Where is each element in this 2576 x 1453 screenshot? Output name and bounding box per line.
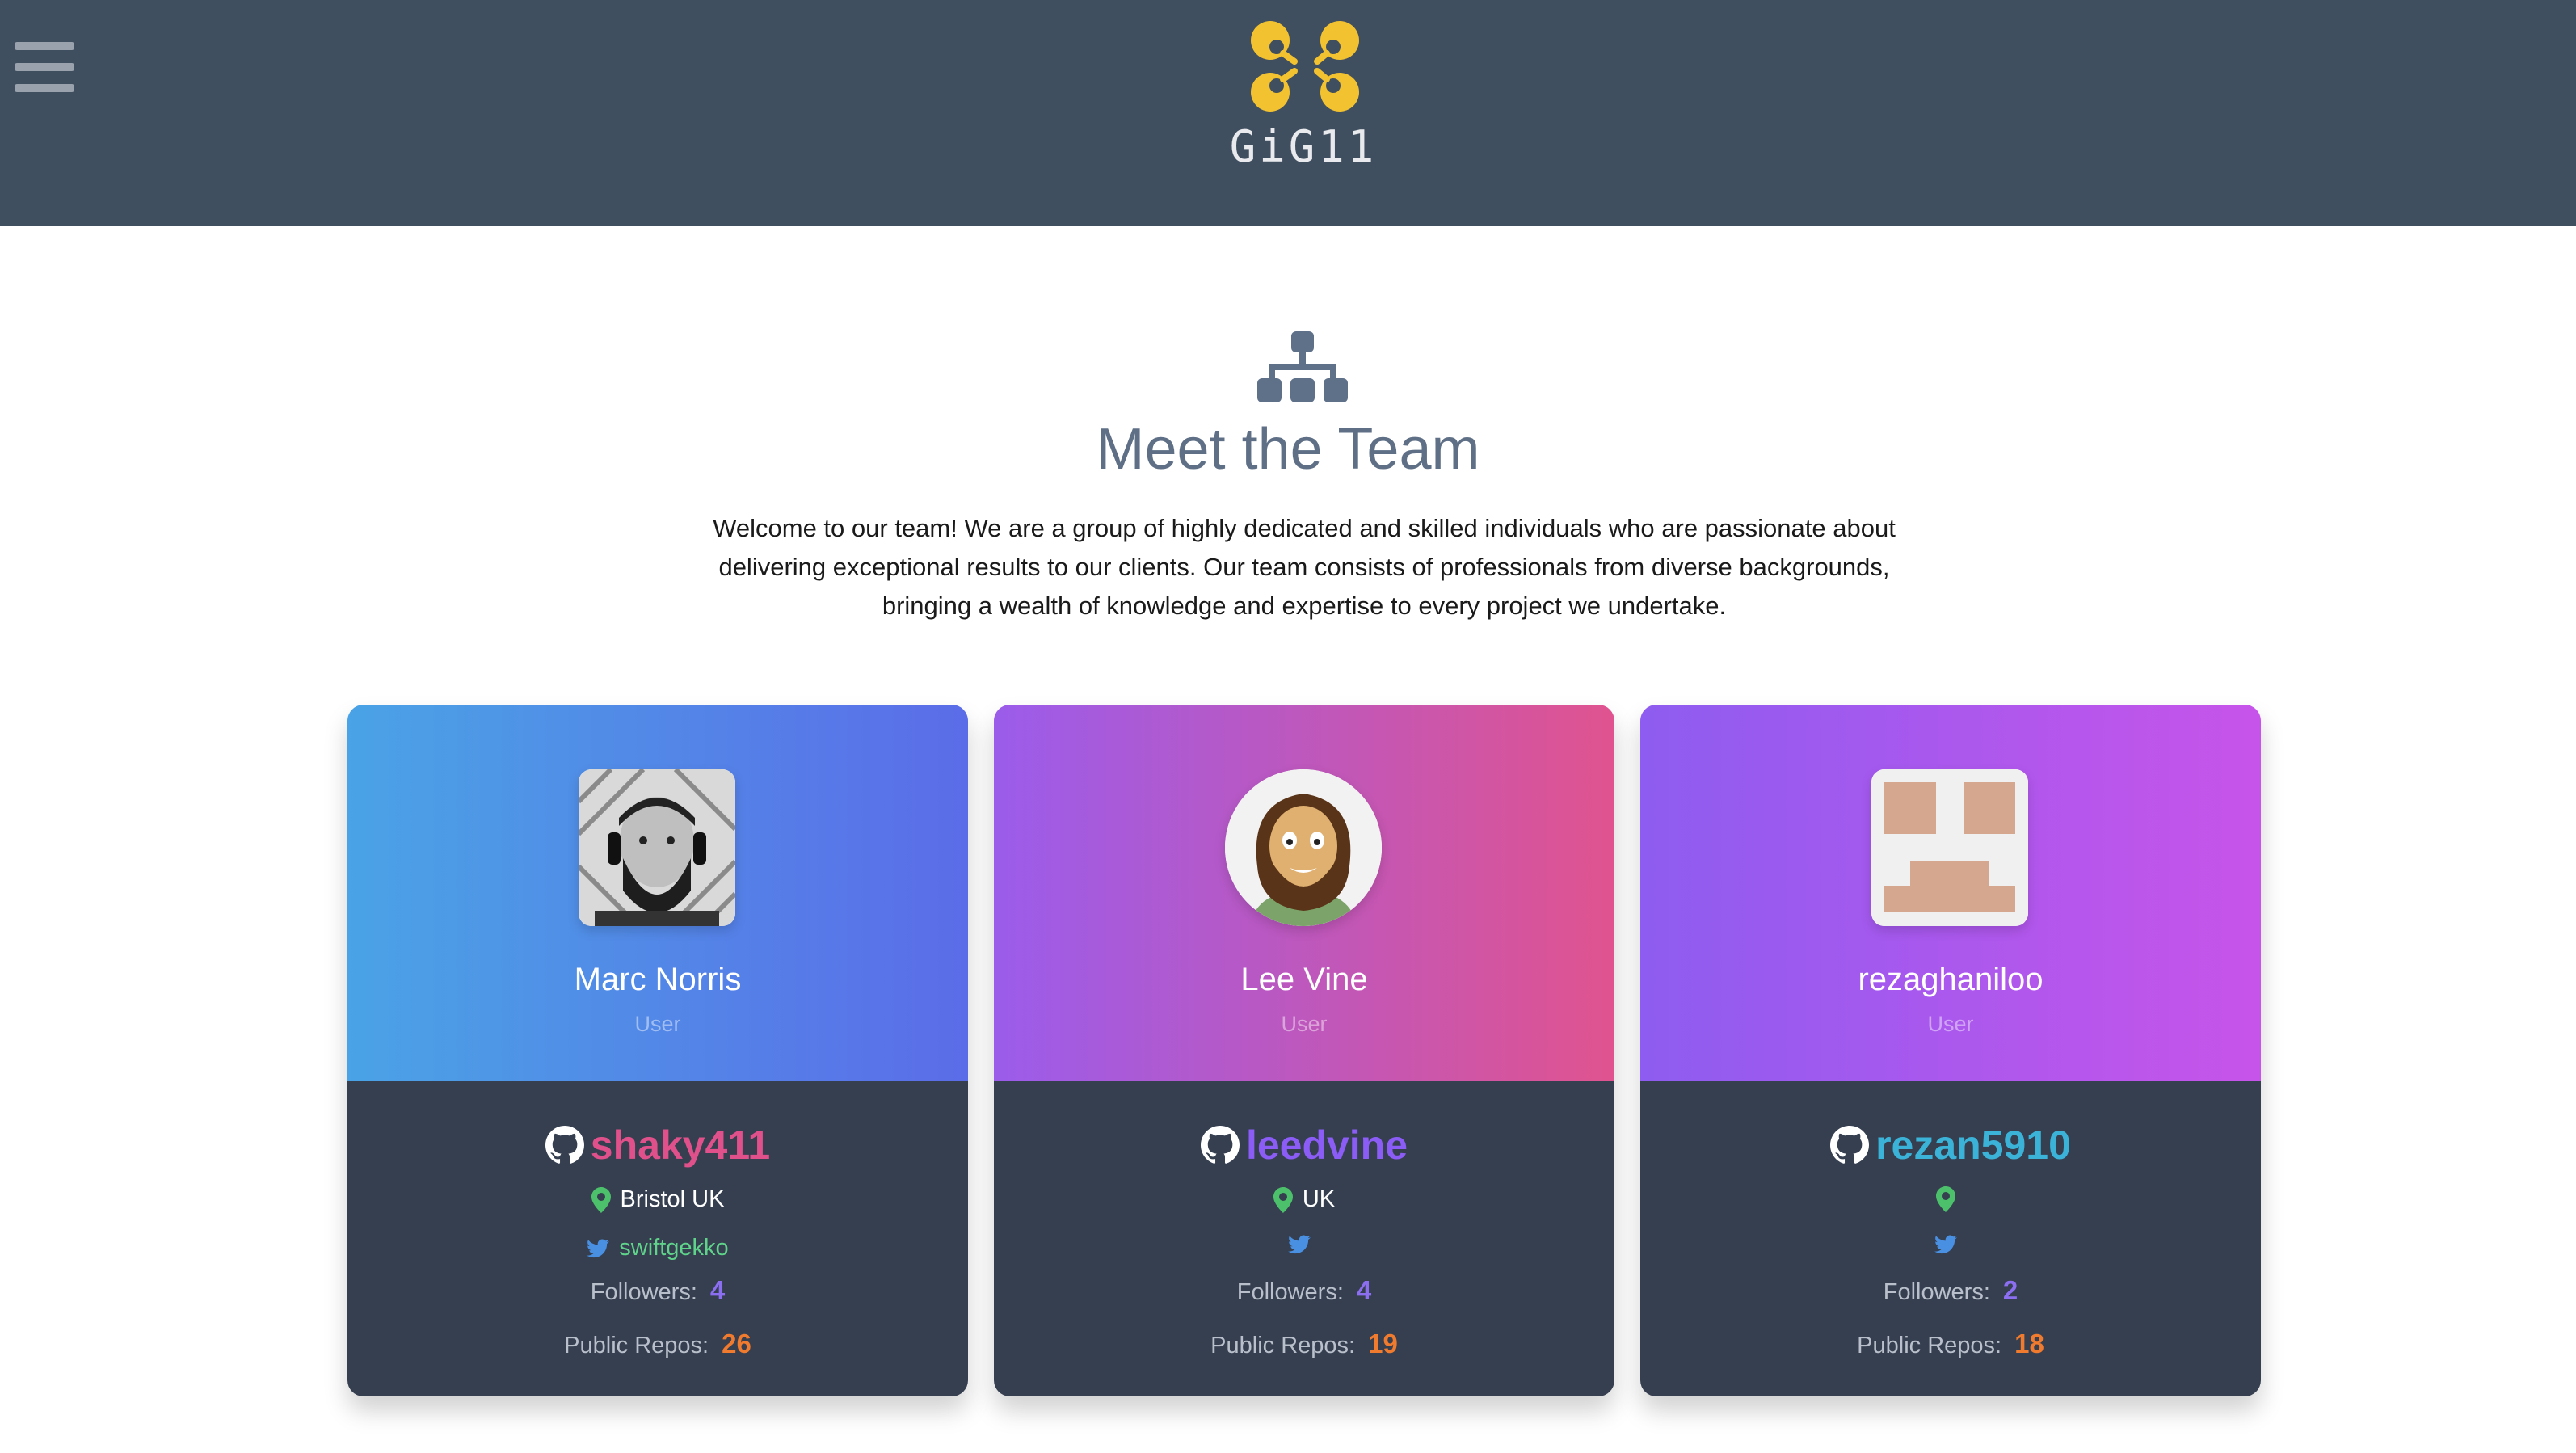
brand-name: GiG11 xyxy=(1229,121,1378,172)
gig11-logo-icon[interactable] xyxy=(1244,15,1367,116)
avatar xyxy=(1871,769,2028,926)
hamburger-menu-icon[interactable] xyxy=(15,40,76,94)
repos-label: Public Repos: xyxy=(1210,1333,1356,1358)
sitemap-icon xyxy=(1257,331,1348,402)
twitter-row[interactable] xyxy=(1640,1235,2261,1254)
team-member-card: Marc Norris User shaky411 Bristol UK swi… xyxy=(347,705,968,1396)
repos-label: Public Repos: xyxy=(564,1333,709,1358)
twitter-row[interactable]: swiftgekko xyxy=(347,1235,968,1261)
repos-count: 18 xyxy=(2014,1329,2044,1358)
avatar xyxy=(579,769,735,926)
map-pin-icon xyxy=(1273,1186,1293,1213)
member-role: User xyxy=(1927,1012,1974,1036)
team-member-card: rezaghaniloo User rezan5910 Followers: 2… xyxy=(1640,705,2261,1396)
location-row: UK xyxy=(994,1186,1614,1213)
member-name: rezaghaniloo xyxy=(1858,962,2044,997)
location-row: Bristol UK xyxy=(347,1186,968,1213)
repos-row: Public Repos: 19 xyxy=(994,1329,1614,1359)
repos-label: Public Repos: xyxy=(1857,1333,2002,1358)
location-text: Bristol UK xyxy=(620,1186,725,1212)
repos-count: 19 xyxy=(1368,1329,1398,1358)
card-details: shaky411 Bristol UK swiftgekko Followers… xyxy=(347,1081,968,1396)
avatar xyxy=(1225,769,1382,926)
location-text: UK xyxy=(1302,1186,1336,1212)
followers-label: Followers: xyxy=(590,1279,697,1305)
member-name: Lee Vine xyxy=(1240,962,1368,997)
followers-count: 4 xyxy=(1356,1275,1372,1305)
github-link[interactable]: shaky411 xyxy=(347,1122,968,1169)
github-username[interactable]: rezan5910 xyxy=(1875,1122,2071,1169)
followers-label: Followers: xyxy=(1236,1279,1344,1305)
twitter-icon xyxy=(1288,1235,1311,1254)
repos-row: Public Repos: 18 xyxy=(1640,1329,2261,1359)
twitter-row[interactable] xyxy=(994,1235,1614,1254)
followers-row: Followers: 4 xyxy=(994,1275,1614,1306)
member-role: User xyxy=(634,1012,681,1036)
followers-row: Followers: 4 xyxy=(347,1275,968,1306)
map-pin-icon xyxy=(591,1186,611,1213)
hamburger-bar xyxy=(15,63,74,71)
hamburger-bar xyxy=(15,42,74,50)
map-pin-icon xyxy=(1936,1186,1955,1212)
card-details: rezan5910 Followers: 2 Public Repos: 18 xyxy=(1640,1081,2261,1396)
member-name: Marc Norris xyxy=(574,962,742,997)
github-link[interactable]: leedvine xyxy=(994,1122,1614,1169)
member-role: User xyxy=(1281,1012,1328,1036)
followers-row: Followers: 2 xyxy=(1640,1275,2261,1306)
github-icon xyxy=(545,1126,584,1164)
repos-count: 26 xyxy=(722,1329,751,1358)
intro-line: Welcome to our team! We are a group of h… xyxy=(713,514,1896,542)
team-member-card: Lee Vine User leedvine UK Followers: 4 P… xyxy=(994,705,1614,1396)
team-intro: Welcome to our team! We are a group of h… xyxy=(663,509,1946,625)
twitter-icon xyxy=(1934,1235,1957,1254)
twitter-icon xyxy=(587,1238,610,1257)
intro-line: delivering exceptional results to our cl… xyxy=(718,553,1890,581)
github-icon xyxy=(1200,1126,1240,1164)
github-username[interactable]: shaky411 xyxy=(591,1122,770,1169)
card-details: leedvine UK Followers: 4 Public Repos: 1… xyxy=(994,1081,1614,1396)
followers-count: 2 xyxy=(2002,1275,2018,1305)
followers-label: Followers: xyxy=(1883,1279,1990,1305)
repos-row: Public Repos: 26 xyxy=(347,1329,968,1359)
github-link[interactable]: rezan5910 xyxy=(1640,1122,2261,1169)
hamburger-bar xyxy=(15,84,74,92)
github-icon xyxy=(1830,1126,1870,1164)
page-title: Meet the Team xyxy=(1096,417,1480,482)
intro-line: bringing a wealth of knowledge and exper… xyxy=(882,592,1727,620)
card-header: rezaghaniloo User xyxy=(1640,705,2261,1081)
location-row xyxy=(1640,1186,2261,1212)
followers-count: 4 xyxy=(709,1275,726,1305)
top-header: GiG11 xyxy=(0,0,2576,226)
github-username[interactable]: leedvine xyxy=(1246,1122,1408,1169)
card-header: Marc Norris User xyxy=(347,705,968,1081)
card-header: Lee Vine User xyxy=(994,705,1614,1081)
twitter-handle[interactable]: swiftgekko xyxy=(619,1235,728,1261)
